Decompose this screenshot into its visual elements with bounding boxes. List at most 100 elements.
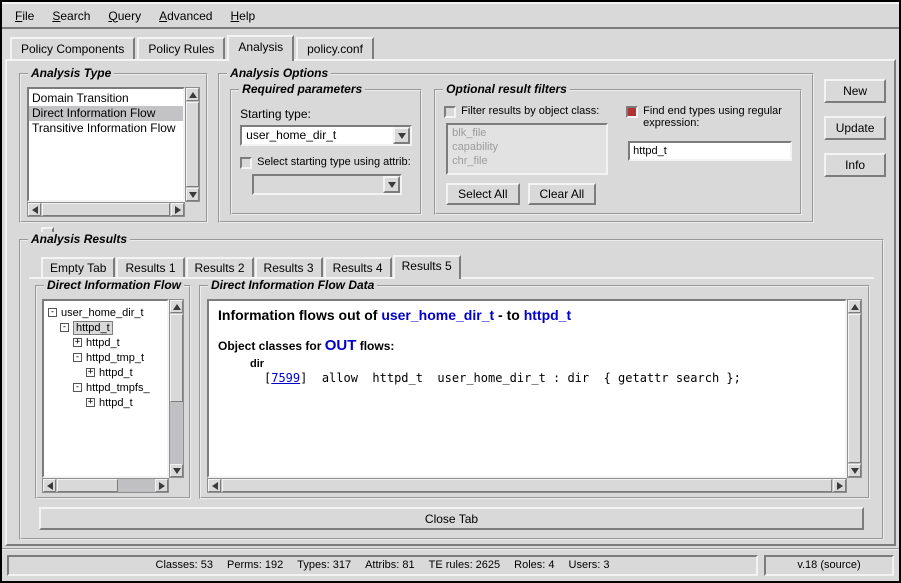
menu-query[interactable]: Query (99, 6, 150, 26)
scrollbar-thumb[interactable] (57, 479, 118, 492)
analysis-type-option-selected[interactable]: Direct Information Flow (29, 106, 183, 121)
flow-data-group: Direct Information Flow Data Information… (199, 285, 870, 499)
scrollbar-trough[interactable] (221, 479, 833, 492)
scroll-right-button[interactable] (833, 479, 846, 492)
scroll-right-button[interactable] (171, 203, 184, 216)
analysis-type-option[interactable]: Transitive Information Flow (29, 121, 183, 136)
action-buttons-column: New Update Info (824, 73, 886, 177)
results-tab-2[interactable]: Results 2 (186, 257, 254, 277)
scroll-up-button[interactable] (186, 88, 199, 101)
regex-input[interactable] (628, 141, 792, 161)
expander-icon[interactable]: + (86, 398, 95, 407)
rule-number-link[interactable]: 7599 (271, 371, 300, 385)
filter-by-object-class-label: Filter results by object class: (461, 105, 599, 117)
scrollbar-trough[interactable] (170, 313, 183, 464)
results-content: Direct Information Flow T - user_home_di… (35, 285, 870, 499)
analysis-type-vscrollbar[interactable] (185, 87, 200, 202)
analysis-type-listbox[interactable]: Domain Transition Direct Information Flo… (27, 87, 185, 202)
flow-tree[interactable]: - user_home_dir_t - httpd_t + httpd_t (42, 299, 169, 478)
scroll-left-button[interactable] (43, 479, 56, 492)
analysis-type-hscrollbar[interactable] (27, 202, 185, 217)
results-tab-4[interactable]: Results 4 (324, 257, 392, 277)
scroll-up-button[interactable] (848, 300, 861, 313)
info-button[interactable]: Info (824, 153, 886, 177)
scroll-down-button[interactable] (848, 464, 861, 477)
menu-advanced[interactable]: Advanced (150, 6, 221, 26)
expander-icon[interactable]: - (60, 323, 69, 332)
menu-search[interactable]: Search (43, 6, 99, 26)
analysis-type-option[interactable]: Domain Transition (29, 91, 183, 106)
scroll-up-button[interactable] (170, 300, 183, 313)
tree-node-label: user_home_dir_t (61, 307, 144, 319)
scrollbar-trough[interactable] (186, 101, 199, 188)
scroll-left-button[interactable] (208, 479, 221, 492)
new-button[interactable]: New (824, 79, 886, 103)
scroll-down-button[interactable] (170, 464, 183, 477)
scrollbar-trough[interactable] (848, 313, 861, 464)
chevron-down-icon (398, 133, 406, 139)
results-tab-empty[interactable]: Empty Tab (41, 257, 115, 277)
scroll-left-button[interactable] (28, 203, 41, 216)
scrollbar-thumb[interactable] (42, 203, 170, 216)
scrollbar-thumb[interactable] (170, 314, 183, 402)
tree-node[interactable]: - user_home_dir_t (46, 305, 165, 320)
attrib-checkbox-label: Select starting type using attrib: (257, 156, 410, 168)
rule-line: [7599] allow httpd_t user_home_dir_t : d… (264, 371, 836, 385)
menu-help[interactable]: Help (221, 6, 264, 26)
tree-hscrollbar[interactable] (42, 478, 169, 493)
scrollbar-thumb[interactable] (186, 102, 199, 187)
attrib-checkbox[interactable] (240, 157, 252, 169)
tree-node[interactable]: + httpd_t (46, 395, 165, 410)
app-window: File Search Query Advanced Help Policy C… (0, 0, 901, 583)
tree-node[interactable]: - httpd_tmp_t (46, 350, 165, 365)
flow-data-text[interactable]: Information flows out of user_home_dir_t… (207, 299, 847, 478)
tree-node[interactable]: + httpd_t (46, 335, 165, 350)
scroll-down-button[interactable] (186, 188, 199, 201)
close-tab-button[interactable]: Close Tab (39, 507, 864, 530)
results-tab-5[interactable]: Results 5 (393, 255, 461, 279)
starting-type-combobox[interactable]: user_home_dir_t (240, 125, 412, 146)
expander-icon[interactable]: + (86, 368, 95, 377)
tree-node-label: httpd_tmpfs_ (86, 382, 150, 394)
expander-icon[interactable]: - (73, 353, 82, 362)
tree-node[interactable]: + httpd_t (46, 365, 165, 380)
analysis-results-group: Analysis Results Empty Tab Results 1 Res… (19, 239, 884, 540)
scrollbar-corner (847, 478, 862, 493)
tree-node-selected[interactable]: - httpd_t (46, 320, 165, 335)
scrollbar-trough[interactable] (41, 203, 171, 216)
select-all-button[interactable]: Select All (446, 183, 519, 205)
arrow-up-icon (851, 304, 859, 310)
regex-checkbox[interactable] (626, 106, 638, 118)
dropdown-button[interactable] (393, 127, 410, 144)
data-hscrollbar[interactable] (207, 478, 847, 493)
policy-version-text: v.18 (source) (797, 559, 860, 571)
tree-node[interactable]: - httpd_tmpfs_ (46, 380, 165, 395)
expander-icon[interactable]: - (48, 308, 57, 317)
clear-all-button[interactable]: Clear All (528, 183, 597, 205)
arrow-left-icon (47, 482, 53, 490)
tree-vscrollbar[interactable] (169, 299, 184, 478)
arrow-down-icon (173, 468, 181, 474)
chevron-down-icon (388, 182, 396, 188)
results-tab-3[interactable]: Results 3 (255, 257, 323, 277)
menu-file[interactable]: File (6, 6, 43, 26)
regex-checkbox-label: Find end types using regular expression: (643, 105, 792, 129)
scrollbar-thumb[interactable] (848, 314, 861, 463)
scrollbar-trough[interactable] (56, 479, 155, 492)
tab-policy-rules[interactable]: Policy Rules (137, 37, 225, 59)
tab-analysis[interactable]: Analysis (227, 35, 294, 61)
scroll-right-button[interactable] (155, 479, 168, 492)
expander-icon[interactable]: + (73, 338, 82, 347)
tab-policy-conf[interactable]: policy.conf (296, 37, 374, 59)
filter-by-object-class-checkbox[interactable] (444, 106, 456, 118)
tree-node-label: httpd_tmp_t (86, 352, 144, 364)
update-button[interactable]: Update (824, 116, 886, 140)
data-vscrollbar[interactable] (847, 299, 862, 478)
scrollbar-thumb[interactable] (222, 479, 832, 492)
expander-icon[interactable]: - (73, 383, 82, 392)
tree-node-label: httpd_t (99, 367, 133, 379)
results-tab-1[interactable]: Results 1 (116, 257, 184, 277)
tab-policy-components[interactable]: Policy Components (10, 37, 135, 59)
stat-classes: Classes: 53 (156, 559, 213, 571)
stat-attribs: Attribs: 81 (365, 559, 415, 571)
